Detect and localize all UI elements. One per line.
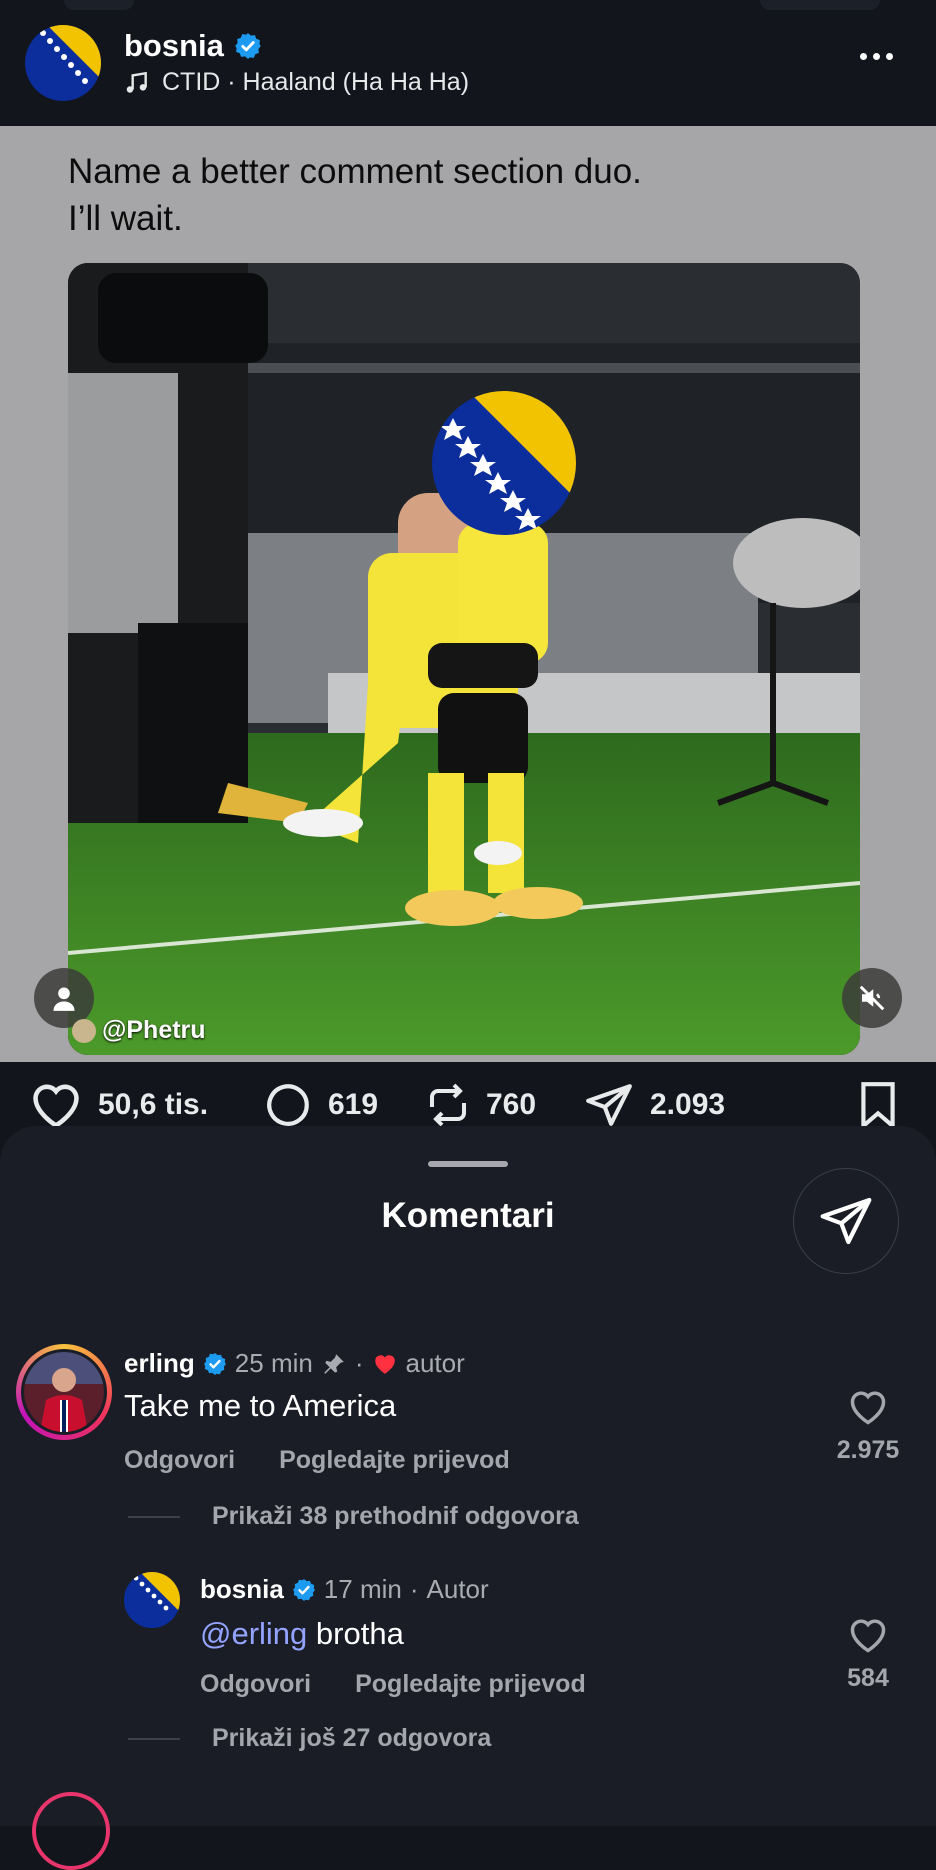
comment-2-like-count: 584 (847, 1664, 889, 1692)
comment-1-username[interactable]: erling (124, 1348, 195, 1379)
top-pill-left (64, 0, 134, 10)
share-count: 2.093 (650, 1088, 726, 1121)
comment-1-translate-button[interactable]: Pogledajte prijevod (279, 1446, 510, 1475)
comment-count: 619 (328, 1088, 379, 1121)
comment-2-like[interactable]: 584 (828, 1616, 908, 1693)
comment-2-view-more-replies-label: Prikaži još 27 odgovora (212, 1724, 492, 1752)
comment-2-username[interactable]: bosnia (200, 1574, 284, 1605)
speaker-muted-icon (859, 985, 885, 1011)
sheet-drag-handle[interactable] (428, 1161, 508, 1167)
comment-1-header: erling 25 min · autor (124, 1348, 465, 1379)
next-comment-avatar[interactable] (32, 1792, 110, 1870)
repost-arrows-icon (430, 1083, 466, 1127)
comment-2-text-row: @erling brotha (200, 1616, 404, 1652)
comment-2-header: bosnia 17 min · Autor (200, 1574, 489, 1605)
save-button[interactable] (856, 1080, 900, 1130)
post-header: bosnia CTID · Haaland (Ha Ha Ha) (0, 0, 936, 126)
story-ring[interactable] (16, 1344, 112, 1440)
like-count: 50,6 tis. (98, 1088, 209, 1121)
top-pill-right (760, 0, 880, 10)
comment-1-author-label: autor (405, 1348, 465, 1378)
watermark-text: @Phetru (102, 1016, 206, 1044)
commenter-avatar-bosnia[interactable] (124, 1572, 180, 1628)
caption-line-2: I’ll wait. (68, 199, 183, 238)
comment-button[interactable]: 619 (262, 1080, 378, 1130)
comment-bubble-icon (267, 1084, 309, 1126)
comment-2-view-more-replies[interactable]: Prikaži još 27 odgovora (128, 1724, 491, 1753)
watermark-logo-icon (72, 1018, 96, 1043)
bookmark-icon (861, 1082, 895, 1130)
more-options-icon[interactable] (860, 46, 906, 66)
heart-outline-icon[interactable] (847, 1616, 889, 1654)
post-photo[interactable] (68, 263, 860, 1055)
audio-track-name: CTID · Haaland (Ha Ha Ha) (162, 68, 470, 96)
comment-1-like-count: 2.975 (836, 1436, 900, 1464)
comment-2-text: brotha (315, 1616, 404, 1651)
commenter-avatar-erling (24, 1352, 104, 1432)
photo-watermark: @Phetru (72, 1016, 206, 1045)
verified-badge-icon (292, 1578, 315, 1601)
like-button[interactable]: 50,6 tis. (28, 1080, 208, 1130)
comment-2-author-label: Autor (426, 1574, 489, 1604)
paper-plane-icon (586, 1084, 632, 1126)
verified-badge-icon (203, 1352, 226, 1375)
caption-line-1: Name a better comment section duo. (68, 152, 642, 191)
verified-badge-icon (235, 33, 261, 59)
pin-icon (324, 1353, 344, 1374)
comment-1-actions: Odgovori Pogledajte prijevod (124, 1446, 510, 1475)
heart-filled-icon (374, 1354, 395, 1374)
profile-avatar-bosnia[interactable] (25, 25, 101, 101)
comment-1-view-replies[interactable]: Prikaži 38 prethodnif odgovora (128, 1502, 579, 1531)
paper-plane-icon (820, 1197, 872, 1245)
heart-outline-icon[interactable] (847, 1388, 889, 1426)
football-photo-illustration (68, 263, 860, 1055)
audio-track-row[interactable]: CTID · Haaland (Ha Ha Ha) (124, 68, 469, 97)
comment-2-reply-button[interactable]: Odgovori (200, 1670, 311, 1699)
comment-1-like[interactable]: 2.975 (828, 1388, 908, 1465)
comment-1-time: 25 min (234, 1348, 313, 1378)
repost-count: 760 (486, 1088, 537, 1121)
comment-2-time: 17 min (323, 1574, 402, 1604)
comments-sheet: Komentari erling 25 min · autor Take me … (0, 1126, 936, 1870)
post-action-bar: 50,6 tis. 619 760 2.093 (0, 1062, 936, 1132)
comment-1-reply-button[interactable]: Odgovori (124, 1446, 235, 1475)
repost-button[interactable]: 760 (424, 1080, 536, 1130)
person-icon (53, 987, 75, 1011)
comment-2-actions: Odgovori Pogledajte prijevod (200, 1670, 586, 1699)
post-author-row[interactable]: bosnia (124, 28, 262, 64)
mute-toggle-button[interactable] (842, 968, 902, 1028)
comment-2-translate-button[interactable]: Pogledajte prijevod (355, 1670, 586, 1699)
share-button[interactable]: 2.093 (582, 1080, 725, 1130)
post-media[interactable]: Name a better comment section duo. I’ll … (0, 126, 936, 1062)
comment-2-mention[interactable]: @erling (200, 1616, 307, 1651)
comment-1-view-replies-label: Prikaži 38 prethodnif odgovora (212, 1502, 579, 1530)
post-caption: Name a better comment section duo. I’ll … (68, 148, 868, 242)
music-note-icon (126, 71, 147, 93)
heart-outline-icon (33, 1084, 79, 1129)
comment-1-text: Take me to America (124, 1388, 397, 1423)
share-sheet-button[interactable] (793, 1168, 899, 1274)
post-author-username[interactable]: bosnia (124, 28, 224, 64)
